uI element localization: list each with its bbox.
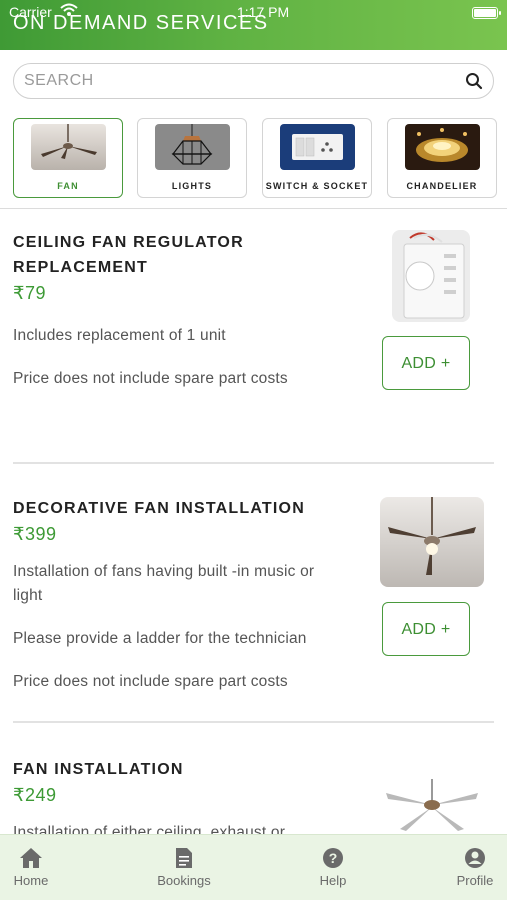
- add-button[interactable]: ADD +: [382, 336, 470, 390]
- divider: [13, 721, 494, 723]
- service-name: DECORATIVE FAN INSTALLATION: [13, 500, 305, 517]
- search-input[interactable]: [24, 69, 454, 93]
- category-chandelier[interactable]: CHANDELIER: [387, 118, 497, 198]
- search-icon[interactable]: [465, 72, 483, 95]
- nav-label: Bookings: [157, 873, 211, 888]
- nav-help[interactable]: ? Help: [298, 847, 368, 888]
- fan-installation-image: [380, 779, 484, 834]
- category-switch-socket[interactable]: SWITCH & SOCKET: [262, 118, 372, 198]
- divider: [13, 462, 494, 464]
- category-label: SWITCH & SOCKET: [265, 181, 369, 191]
- category-label: LIGHTS: [171, 181, 213, 191]
- nav-profile[interactable]: Profile: [440, 847, 507, 888]
- divider: [0, 208, 507, 209]
- switch-category-image: [280, 124, 355, 170]
- svg-text:?: ?: [329, 850, 338, 866]
- help-icon: ?: [298, 847, 368, 869]
- category-strip: FAN LIGHTS SWITCH & SOCKET CHANDELIER: [13, 118, 498, 198]
- document-icon: [149, 847, 219, 869]
- service-price: ₹79: [13, 283, 46, 303]
- nav-label: Help: [319, 873, 347, 888]
- service-detail: Price does not include spare part costs: [13, 673, 288, 690]
- service-detail: Includes replacement of 1 unit: [13, 327, 226, 344]
- fan-category-image: [31, 124, 106, 170]
- profile-icon: [440, 847, 507, 869]
- decorative-fan-image: [380, 497, 484, 587]
- category-label: CHANDELIER: [406, 181, 478, 191]
- regulator-image: [392, 230, 470, 322]
- battery-icon: [472, 7, 501, 19]
- category-lights[interactable]: LIGHTS: [137, 118, 247, 198]
- service-name: CEILING FAN REGULATOR REPLACEMENT: [13, 234, 244, 276]
- service-detail: Price does not include spare part costs: [13, 370, 288, 387]
- nav-bookings[interactable]: Bookings: [149, 847, 219, 888]
- add-button[interactable]: ADD +: [382, 602, 470, 656]
- chandelier-category-image: [405, 124, 480, 170]
- category-label: FAN: [57, 181, 79, 191]
- service-name: FAN INSTALLATION: [13, 761, 184, 778]
- nav-label: Profile: [456, 873, 494, 888]
- page-title: ON DEMAND SERVICES: [13, 12, 269, 34]
- nav-label: Home: [13, 873, 49, 888]
- service-detail: Installation of fans having built -in mu…: [13, 563, 315, 604]
- app-header: Carrier 1:17 PM ON DEMAND SERVICES: [0, 0, 507, 50]
- service-price: ₹399: [13, 524, 57, 544]
- search-bar[interactable]: [13, 63, 494, 99]
- bottom-nav: Home Bookings ? Help Profile: [0, 834, 507, 900]
- category-fan[interactable]: FAN: [13, 118, 123, 198]
- service-price: ₹249: [13, 785, 57, 805]
- service-detail: Please provide a ladder for the technici…: [13, 630, 307, 647]
- home-icon: [0, 847, 66, 869]
- nav-home[interactable]: Home: [0, 847, 66, 888]
- lights-category-image: [155, 124, 230, 170]
